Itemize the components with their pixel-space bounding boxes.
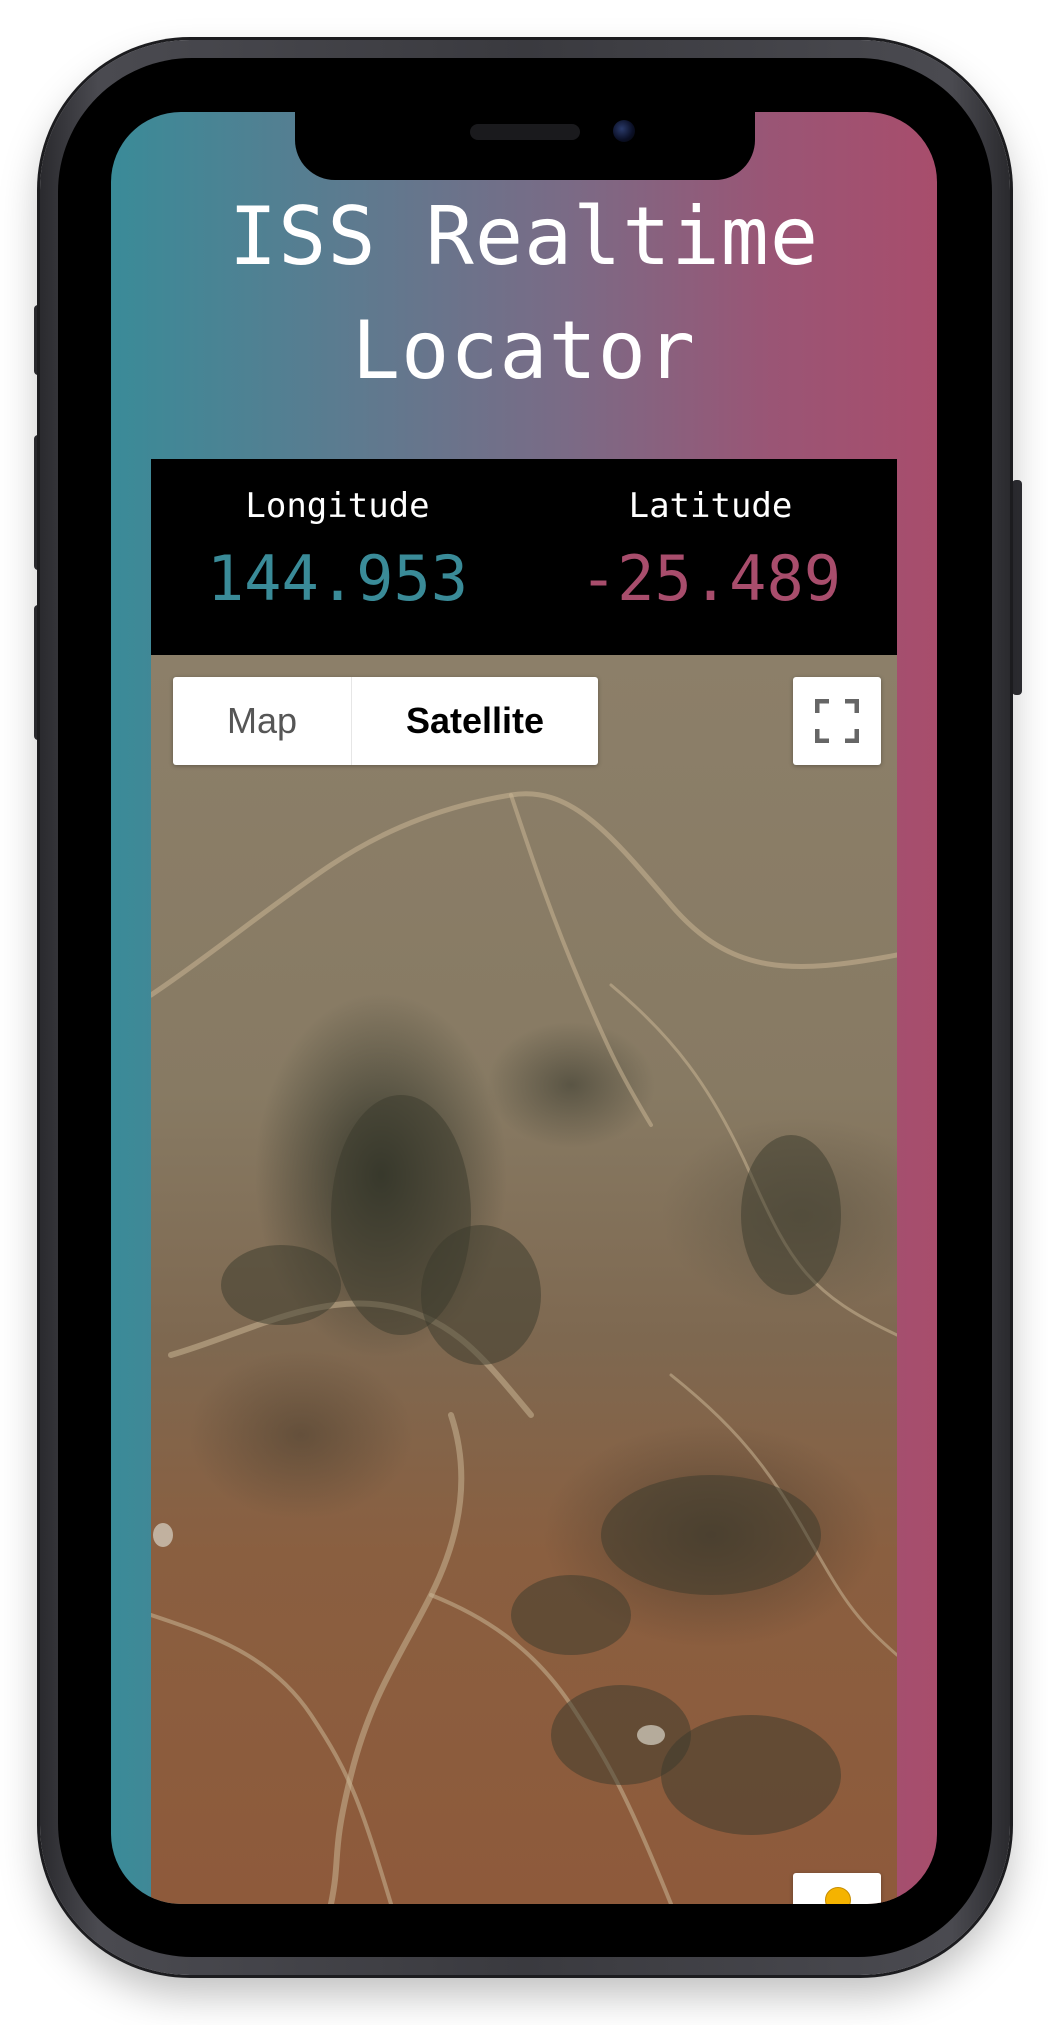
street-view-button[interactable] (793, 1873, 881, 1904)
map-type-map-button[interactable]: Map (173, 677, 352, 765)
dry-riverbed (151, 791, 897, 998)
page-title: ISS Realtime Locator (229, 190, 819, 397)
satellite-map[interactable]: Map Satellite (151, 655, 897, 1904)
fullscreen-icon (815, 699, 859, 743)
vegetation-patch (511, 1575, 631, 1655)
vegetation-patch (601, 1475, 821, 1595)
vegetation-patch (421, 1225, 541, 1365)
latitude-block: Latitude -25.489 (524, 481, 897, 621)
longitude-label: Longitude (245, 486, 430, 526)
map-terrain (151, 791, 897, 1904)
fullscreen-button[interactable] (793, 677, 881, 765)
power-button (1012, 480, 1022, 695)
dry-riverbed (509, 793, 653, 1127)
vegetation-patch (221, 1245, 341, 1325)
front-camera (613, 120, 635, 142)
map-type-control: Map Satellite (173, 677, 598, 765)
pegman-icon (825, 1887, 851, 1904)
bright-spot (153, 1523, 173, 1547)
dry-riverbed (328, 1412, 465, 1904)
speaker-grille (470, 124, 580, 140)
vegetation-patch (661, 1715, 841, 1835)
latitude-label: Latitude (628, 486, 793, 526)
map-type-satellite-button[interactable]: Satellite (352, 677, 598, 765)
longitude-block: Longitude 144.953 (151, 481, 524, 621)
notch (295, 112, 755, 180)
longitude-value: 144.953 (206, 542, 469, 615)
vegetation-patch (741, 1135, 841, 1295)
screen: ISS Realtime Locator Longitude 144.953 L… (111, 112, 937, 1904)
bright-spot (637, 1725, 665, 1745)
dry-riverbed (609, 983, 897, 1337)
latitude-value: -25.489 (579, 542, 842, 615)
coordinates-panel: Longitude 144.953 Latitude -25.489 (151, 459, 897, 655)
